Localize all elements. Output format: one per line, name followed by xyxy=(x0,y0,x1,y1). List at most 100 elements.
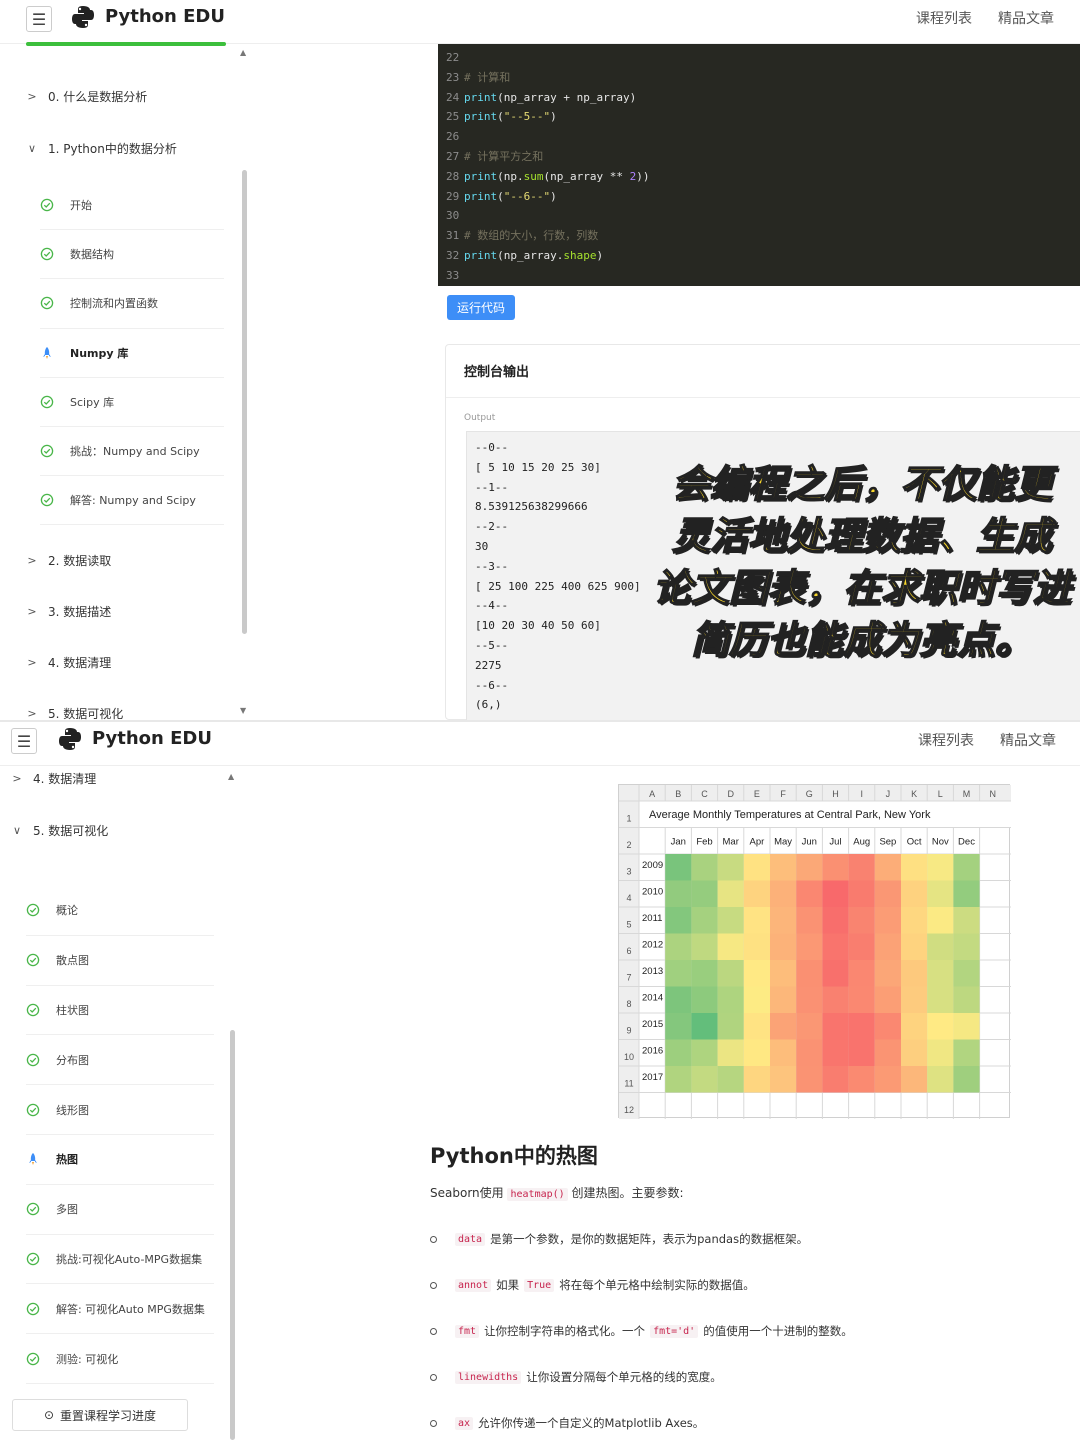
sidebar-lesson-item[interactable]: 解答: 可视化Auto MPG数据集 xyxy=(26,1284,214,1335)
sidebar-section-2[interactable]: > 2. 数据读取 xyxy=(26,552,111,569)
bullet-text: 让你控制字符串的格式化。一个 xyxy=(484,1324,646,1338)
menu-icon[interactable]: ☰ xyxy=(26,6,52,32)
check-circle-icon xyxy=(26,953,40,967)
column-letter: I xyxy=(860,789,863,799)
sidebar-scrollbar[interactable] xyxy=(242,170,247,634)
heatmap-cell xyxy=(665,880,692,907)
line-number: 30 xyxy=(446,209,460,223)
sidebar-lesson-item[interactable]: 线形图 xyxy=(26,1085,214,1135)
heatmap-cell xyxy=(953,854,980,881)
lesson-label: 解答: Numpy and Scipy xyxy=(70,494,196,508)
sidebar-lesson-item[interactable]: 开始 xyxy=(40,181,224,231)
heatmap-cell xyxy=(717,1066,744,1093)
lesson-label: 挑战：Numpy and Scipy xyxy=(70,445,200,459)
heatmap-cell xyxy=(691,986,718,1013)
brand-name[interactable]: Python EDU xyxy=(105,6,225,27)
row-number: 4 xyxy=(626,893,631,903)
sidebar-lesson-item[interactable]: 柱状图 xyxy=(26,986,214,1036)
heatmap-cell xyxy=(874,854,901,881)
row-number: 3 xyxy=(626,867,631,877)
param-bullet: fmt 让你控制字符串的格式化。一个 fmt='d' 的值使用一个十进制的整数。 xyxy=(430,1323,853,1339)
heatmap-cell xyxy=(665,986,692,1013)
code-text: # 计算平方之和 xyxy=(464,149,544,163)
sidebar-section-4[interactable]: > 4. 数据清理 xyxy=(26,654,111,671)
bullet-text: 如果 xyxy=(496,1278,520,1292)
sidebar-lesson-item[interactable]: 数据结构 xyxy=(40,230,224,280)
heatmap-cell xyxy=(901,1039,928,1066)
row-number: 1 xyxy=(626,814,631,824)
sidebar-lesson-item[interactable]: 热图 xyxy=(26,1135,214,1185)
sidebar-lesson-item[interactable]: Numpy 库 xyxy=(40,329,224,378)
intro-text: Seaborn使用 xyxy=(430,1186,504,1200)
column-letter: J xyxy=(886,789,891,799)
heatmap-cell xyxy=(953,880,980,907)
sidebar-lesson-item[interactable]: 解答: Numpy and Scipy xyxy=(40,476,224,526)
python-logo-icon xyxy=(59,728,81,750)
heatmap-cell xyxy=(901,1066,928,1093)
panel-numpy-lesson: ☰ Python EDU 课程列表 精品文章 ▲ ▼ > 0. 什么是数据分析 … xyxy=(0,0,1080,720)
heatmap-cell xyxy=(665,960,692,987)
code-text: print("--6--") xyxy=(464,189,557,203)
sidebar-lesson-item[interactable]: 概论 xyxy=(26,886,214,936)
section-label: 3. 数据描述 xyxy=(48,605,112,619)
heatmap-cell xyxy=(874,986,901,1013)
sidebar-lesson-item[interactable]: Scipy 库 xyxy=(40,378,224,427)
code-line: 32 print(np_array.shape) xyxy=(438,246,1080,266)
bullet-dot-icon xyxy=(430,1373,437,1381)
heatmap-cell xyxy=(717,907,744,934)
sidebar-scrollbar[interactable] xyxy=(230,1030,235,1440)
heatmap-cell xyxy=(743,986,770,1013)
sidebar-section-1[interactable]: ∨ 1. Python中的数据分析 xyxy=(26,140,177,157)
sidebar-section-5[interactable]: > 5. 数据可视化 xyxy=(26,705,123,720)
heatmap-cell xyxy=(770,880,797,907)
row-number: 7 xyxy=(626,973,631,983)
overlay-line: 论文图表，在求职时写进 xyxy=(652,565,1072,611)
scroll-down-icon[interactable]: ▼ xyxy=(240,706,246,715)
heatmap-cell xyxy=(901,1013,928,1040)
row-number: 8 xyxy=(626,999,631,1009)
bullet-text: 将在每个单元格中绘制实际的数据值。 xyxy=(559,1278,755,1292)
run-code-button[interactable]: 运行代码 xyxy=(447,295,515,320)
sidebar-lesson-item[interactable]: 多图 xyxy=(26,1185,214,1235)
nav-course-list[interactable]: 课程列表 xyxy=(916,8,972,28)
inline-code: heatmap() xyxy=(507,1188,568,1201)
sidebar-lesson-item[interactable]: 控制流和内置函数 xyxy=(40,279,224,329)
heatmap-cell xyxy=(796,960,823,987)
check-circle-icon xyxy=(26,904,40,917)
section-label: 5. 数据可视化 xyxy=(33,824,109,838)
sidebar-section-0[interactable]: > 0. 什么是数据分析 xyxy=(26,88,147,105)
heatmap-title: Average Monthly Temperatures at Central … xyxy=(649,809,931,821)
brand-name[interactable]: Python EDU xyxy=(92,728,212,749)
menu-icon[interactable]: ☰ xyxy=(11,728,37,754)
bullet-text: 的值使用一个十进制的整数。 xyxy=(703,1324,853,1338)
row-number: 2 xyxy=(626,840,631,850)
sidebar-section-5[interactable]: ∨ 5. 数据可视化 xyxy=(11,822,108,839)
nav-featured-articles[interactable]: 精品文章 xyxy=(1000,730,1056,750)
month-label: Mar xyxy=(723,837,739,848)
heatmap-cell xyxy=(691,933,718,960)
heatmap-cell xyxy=(874,907,901,934)
heatmap-cell xyxy=(848,1039,875,1066)
sidebar-lesson-item[interactable]: 挑战：Numpy and Scipy xyxy=(40,427,224,477)
sidebar-lesson-item[interactable]: 挑战:可视化Auto-MPG数据集 xyxy=(26,1235,214,1285)
scroll-up-icon[interactable]: ▲ xyxy=(228,772,234,781)
heatmap-cell xyxy=(665,1013,692,1040)
nav-course-list[interactable]: 课程列表 xyxy=(918,730,974,750)
sidebar-section-4[interactable]: > 4. 数据清理 xyxy=(11,770,96,787)
reset-progress-button[interactable]: ⊙ 重置课程学习进度 xyxy=(12,1399,188,1431)
heatmap-cell xyxy=(953,907,980,934)
nav-featured-articles[interactable]: 精品文章 xyxy=(998,8,1054,28)
heatmap-cell xyxy=(822,986,849,1013)
sidebar-lesson-item[interactable]: 分布图 xyxy=(26,1035,214,1086)
sidebar-lesson-item[interactable]: 测验: 可视化 xyxy=(26,1334,214,1384)
month-label: Nov xyxy=(932,837,949,848)
scroll-up-icon[interactable]: ▲ xyxy=(240,48,246,57)
panel-heatmap-lesson: ☰ Python EDU 课程列表 精品文章 ▲ > 4. 数据清理 ∨ 5. … xyxy=(0,722,1080,1440)
sidebar-section-3[interactable]: > 3. 数据描述 xyxy=(26,603,111,620)
code-editor[interactable]: 22 23 # 计算和 24 print(np_array + np_array) 25 p… xyxy=(438,44,1080,286)
sidebar-lesson-item[interactable]: 散点图 xyxy=(26,936,214,986)
check-circle-icon xyxy=(40,444,54,458)
code-line: 24 print(np_array + np_array) xyxy=(438,88,1080,108)
heatmap-cell xyxy=(691,907,718,934)
line-number: 29 xyxy=(446,189,460,203)
